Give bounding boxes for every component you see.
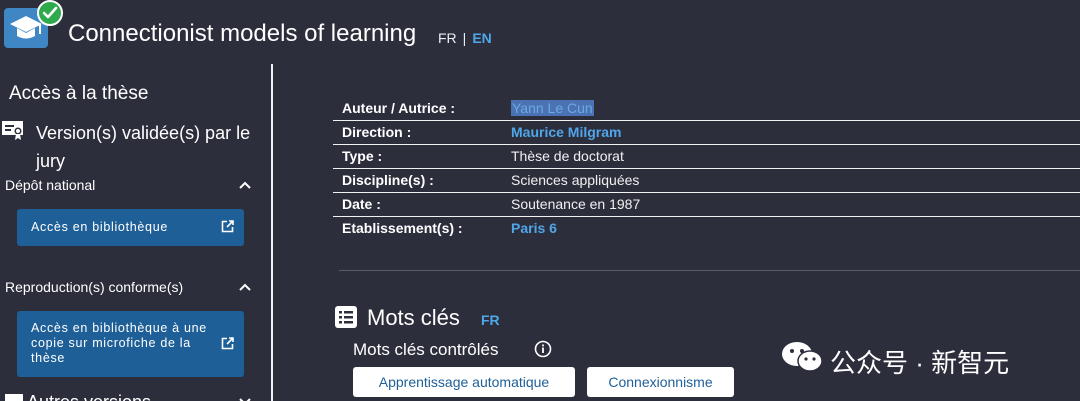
lang-separator: | [462, 30, 467, 46]
language-switcher: FR | EN [438, 30, 492, 46]
other-versions-label: Autres versions [27, 392, 151, 401]
certificate-icon [2, 121, 23, 140]
keyword-tag-button[interactable]: Connexionnisme [587, 367, 734, 397]
depot-national-label: Dépôt national [5, 177, 96, 193]
validated-check-icon [37, 0, 63, 26]
info-row-author: Auteur / Autrice : Yann Le Cun [333, 97, 1080, 121]
header: Connectionist models of learning FR | EN [0, 0, 1080, 64]
info-value: Soutenance en 1987 [511, 196, 641, 212]
director-link[interactable]: Maurice Milgram [511, 124, 621, 140]
info-key: Direction : [342, 124, 412, 140]
wechat-icon [782, 342, 823, 372]
keyword-tag-button[interactable]: Apprentissage automatique [353, 367, 575, 397]
keywords-heading: Mots clés [367, 305, 460, 330]
info-value: Sciences appliquées [511, 172, 640, 188]
chevron-up-icon[interactable] [238, 282, 252, 292]
external-link-icon [221, 220, 234, 233]
page-title: Connectionist models of learning [68, 20, 417, 47]
info-key: Auteur / Autrice : [342, 100, 456, 116]
info-row-direction: Direction : Maurice Milgram [333, 121, 1080, 145]
info-key: Date : [342, 196, 381, 212]
chevron-down-icon[interactable] [238, 396, 252, 401]
keywords-lang-link[interactable]: FR [481, 312, 500, 328]
library-access-button[interactable]: Accès en bibliothèque [17, 209, 244, 246]
validated-version-label: Version(s) validée(s) par le jury [36, 123, 251, 171]
lang-en-link[interactable]: EN [472, 30, 491, 46]
info-row-date: Date : Soutenance en 1987 [333, 193, 1080, 217]
lang-fr-link[interactable]: FR [438, 30, 457, 46]
info-key: Type : [342, 148, 383, 164]
sidebar-heading: Accès à la thèse [9, 83, 149, 104]
info-row-discipline: Discipline(s) : Sciences appliquées [333, 169, 1080, 193]
external-link-icon [221, 337, 234, 350]
section-divider [339, 270, 1080, 271]
info-row-institution: Etablissement(s) : Paris 6 [333, 217, 1080, 241]
info-row-type: Type : Thèse de doctorat [333, 145, 1080, 169]
controlled-keywords-label: Mots clés contrôlés [353, 340, 499, 359]
info-value: Thèse de doctorat [511, 148, 624, 164]
microfiche-access-button[interactable]: Accès en bibliothèque à une copie sur mi… [17, 311, 244, 377]
list-icon [5, 394, 23, 401]
info-key: Etablissement(s) : [342, 220, 463, 236]
reproduction-label: Reproduction(s) conforme(s) [5, 279, 184, 295]
watermark-text: 公众号 · 新智元 [830, 348, 1010, 378]
vertical-divider [271, 64, 273, 401]
sidebar: Accès à la thèse Version(s) validée(s) p… [0, 64, 268, 401]
list-icon [335, 306, 357, 328]
institution-link[interactable]: Paris 6 [511, 220, 557, 236]
author-link[interactable]: Yann Le Cun [511, 100, 594, 116]
chevron-up-icon[interactable] [238, 180, 252, 190]
info-key: Discipline(s) : [342, 172, 434, 188]
info-icon[interactable] [534, 340, 552, 358]
library-access-label: Accès en bibliothèque [31, 220, 169, 234]
microfiche-access-label: Accès en bibliothèque à une copie sur mi… [31, 321, 207, 365]
thesis-info-table: Auteur / Autrice : Yann Le Cun Direction… [333, 97, 1080, 241]
